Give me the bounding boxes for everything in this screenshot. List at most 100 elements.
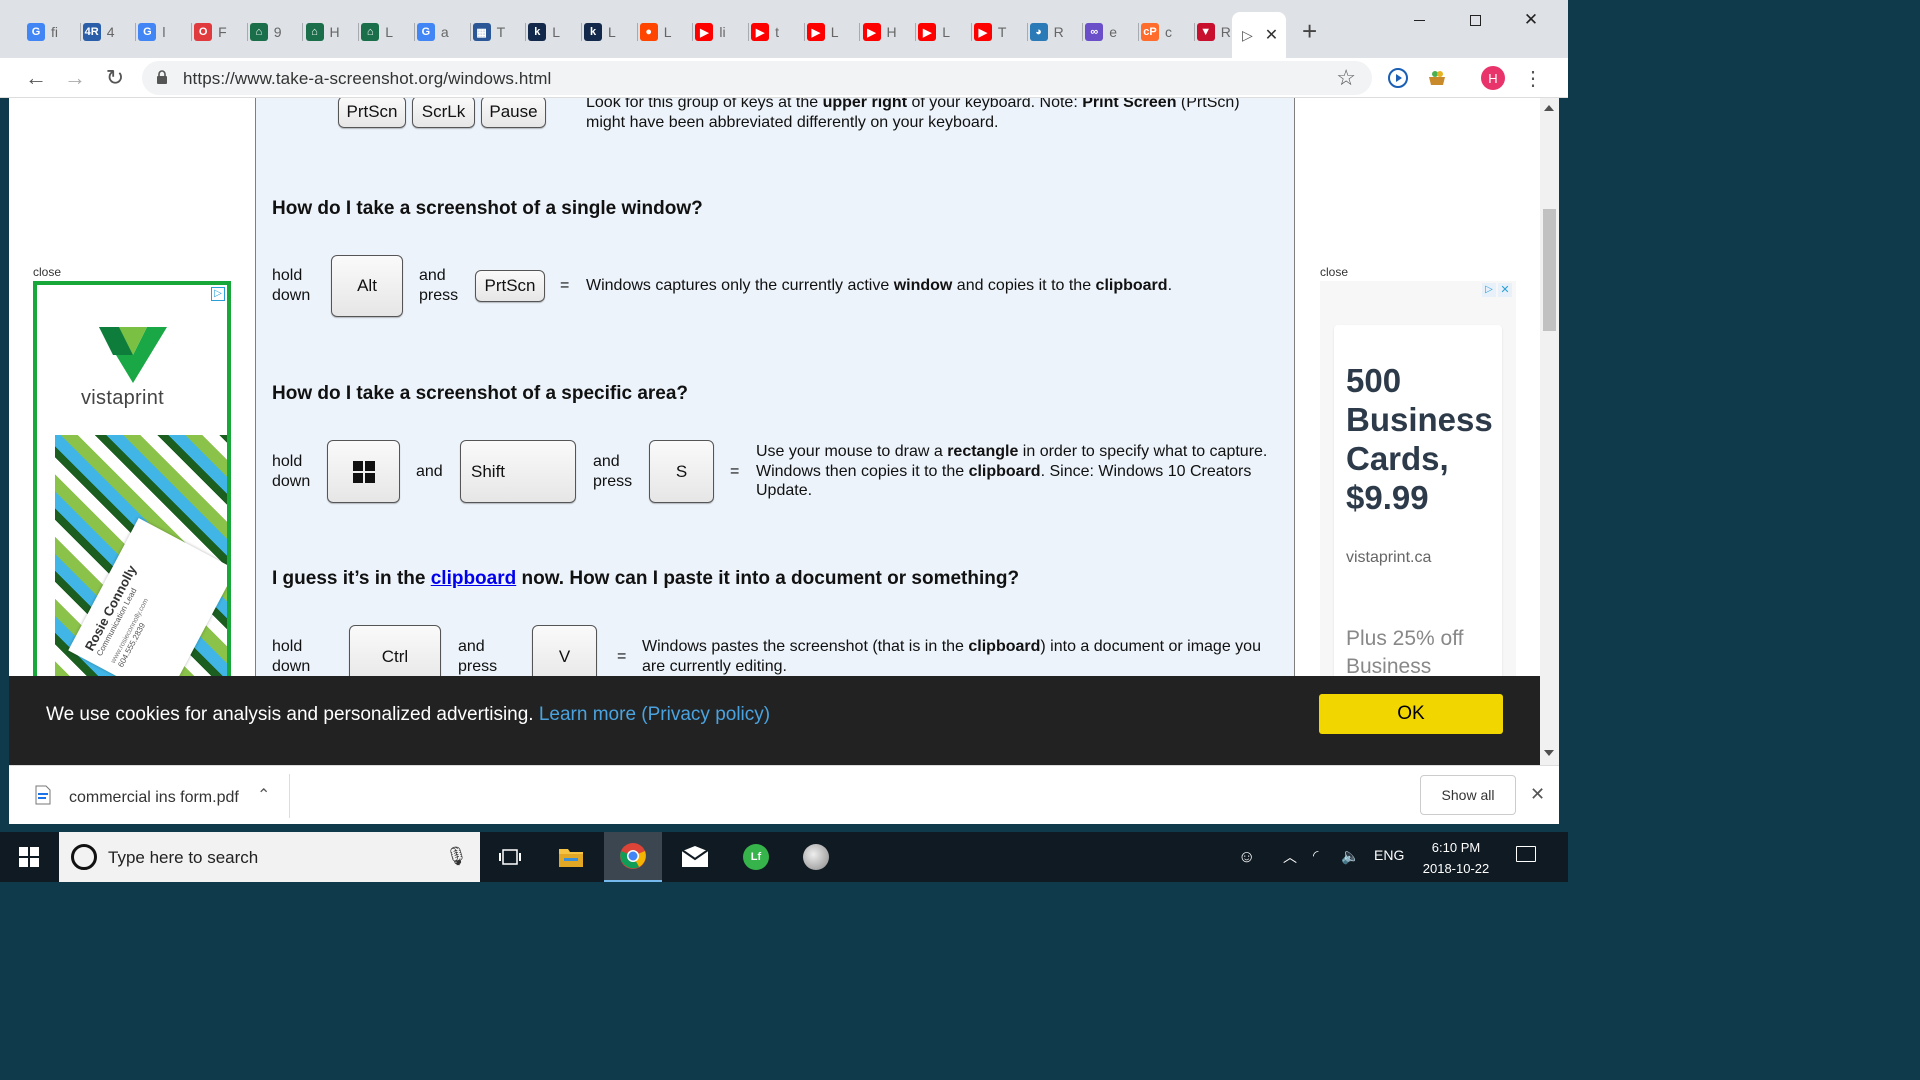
tab-20[interactable]: ∞ e [1085,14,1139,50]
youtube-icon: ▶ [751,23,770,41]
tab-separator [859,23,861,41]
top-note-bold: Print Screen [1082,98,1177,111]
scrollbar-thumb[interactable] [1543,209,1556,331]
tab-title: F [218,24,227,40]
tab-title: R [1053,24,1064,40]
download-filename[interactable]: commercial ins form.pdf [69,789,239,807]
cpanel-icon: cP [1141,23,1159,41]
top-note-text: might have been abbreviated differently … [586,113,999,131]
adchoices-icon[interactable]: ▷ [1482,283,1496,297]
avatar: H [1481,66,1505,90]
page-viewport: close ▷ vistaprint Rosie Connolly Commun… [9,98,1559,765]
bookmark-star-icon[interactable]: ☆ [1336,65,1356,91]
new-tab-button[interactable]: + [1302,18,1317,44]
key-shift: Shift [460,440,576,503]
ad-headline: 500 Business Cards, $9.99 [1346,362,1493,516]
close-tab-icon[interactable]: ✕ [1265,25,1278,45]
clipboard-link[interactable]: clipboard [431,568,517,589]
globe-icon: ◕ [1029,23,1048,41]
tab-10[interactable]: kL [528,14,582,50]
forward-button[interactable]: → [61,64,89,92]
tab-separator [246,23,248,41]
tab-15[interactable]: ▶ L [806,14,861,50]
tab-11[interactable]: kL [584,14,638,50]
privacy-policy-link[interactable]: Learn more (Privacy policy) [539,704,770,725]
tab-5[interactable]: ⌂ 9 [249,14,304,50]
tab-8[interactable]: Ga [416,14,471,50]
tab-12[interactable]: ● L [639,14,694,50]
answer-text: in order to specify what to capture. [1018,443,1268,460]
extension-play-icon[interactable] [1384,64,1412,92]
maximize-button[interactable] [1447,6,1503,34]
chevron-up-icon[interactable]: ⌃ [257,785,270,805]
tab-active[interactable]: ▷ ✕ [1232,12,1286,58]
close-shelf-icon[interactable]: ✕ [1530,784,1545,805]
start-button[interactable] [0,832,58,882]
ad-left-vistaprint[interactable]: ▷ vistaprint Rosie Connolly Communicatio… [33,281,231,681]
tab-17[interactable]: ▶ L [918,14,972,50]
ad-right-vistaprint[interactable]: ▷ ✕ 500 Business Cards, $9.99 vistaprint… [1320,281,1516,681]
tab-separator [1026,23,1028,41]
tab-separator [79,23,81,41]
ad-close-link-left[interactable]: close [33,265,61,279]
tab-19[interactable]: ◕ R [1029,14,1084,50]
tab-13[interactable]: ▶ li [695,14,750,50]
profile-avatar[interactable]: H [1479,64,1507,92]
reload-button[interactable]: ↻ [101,64,129,92]
chevron-up-tray-icon[interactable]: ︿ [1283,847,1297,867]
tab-16[interactable]: ▶ H [862,14,917,50]
url-text[interactable]: https://www.take-a-screenshot.org/window… [183,69,551,89]
tab-title: T [496,24,506,40]
tab-14[interactable]: ▶ t [751,14,805,50]
tab-separator [1082,23,1084,41]
tab-21[interactable]: cP c [1141,14,1195,50]
task-view-icon[interactable] [481,832,539,882]
microphone-icon[interactable]: 🎙 [445,846,468,867]
minimize-button[interactable] [1391,6,1447,34]
scroll-down-arrow-icon[interactable] [1544,750,1554,756]
download-shelf: commercial ins form.pdf ⌃ Show all ✕ [9,765,1559,824]
tab-18[interactable]: ▶ T [973,14,1028,50]
address-bar[interactable]: https://www.take-a-screenshot.org/window… [142,61,1372,95]
language-indicator[interactable]: ENG [1374,847,1404,863]
wifi-icon[interactable]: ◜ [1313,847,1318,864]
tab-4[interactable]: OF [194,14,248,50]
tab-separator [1193,23,1195,41]
ad-close-link-right[interactable]: close [1320,265,1348,279]
people-icon[interactable]: ☺ [1238,847,1255,867]
adchoices-icon[interactable]: ▷ [211,287,225,301]
back-button[interactable]: ← [22,64,50,92]
library-icon: ⌂ [361,23,380,41]
tab-6[interactable]: ⌂ H [305,14,360,50]
clock[interactable]: 6:10 PM 2018-10-22 [1410,837,1502,879]
taskbar-search-box[interactable]: Type here to search 🎙 [59,832,480,882]
grid-icon: ▦ [472,23,491,41]
close-window-button[interactable]: ✕ [1503,6,1559,34]
cookie-text: We use cookies for analysis and personal… [46,704,539,725]
tab-9[interactable]: ▦ T [472,14,527,50]
show-all-button[interactable]: Show all [1420,775,1516,815]
arrow-right-icon: → [64,65,86,90]
scroll-up-arrow-icon[interactable] [1544,105,1554,111]
cookie-ok-button[interactable]: OK [1319,694,1503,734]
tab-title: L [385,24,393,40]
volume-icon[interactable]: 🔈 [1341,847,1360,865]
tab-separator [748,23,750,41]
page-scrollbar[interactable] [1540,98,1559,765]
minimize-icon [1413,19,1425,21]
label-text: hold [272,453,303,470]
chrome-taskbar-icon[interactable] [604,832,662,882]
tab-1[interactable]: Gfi [27,14,81,50]
tab-3[interactable]: Gl [138,14,193,50]
menu-kebab-icon[interactable]: ⋮ [1519,64,1547,92]
tab-2[interactable]: 4R 4 [82,14,137,50]
tab-7[interactable]: ⌂ L [361,14,415,50]
mail-icon[interactable] [666,832,724,882]
extension-basket-icon[interactable] [1423,64,1451,92]
ad-close-x-icon[interactable]: ✕ [1498,283,1512,297]
notifications-icon[interactable] [1516,846,1536,862]
maximize-icon [1469,14,1481,26]
media-player-icon[interactable] [787,832,845,882]
file-explorer-icon[interactable] [542,832,600,882]
laserfiche-icon[interactable]: Lf [727,832,785,882]
